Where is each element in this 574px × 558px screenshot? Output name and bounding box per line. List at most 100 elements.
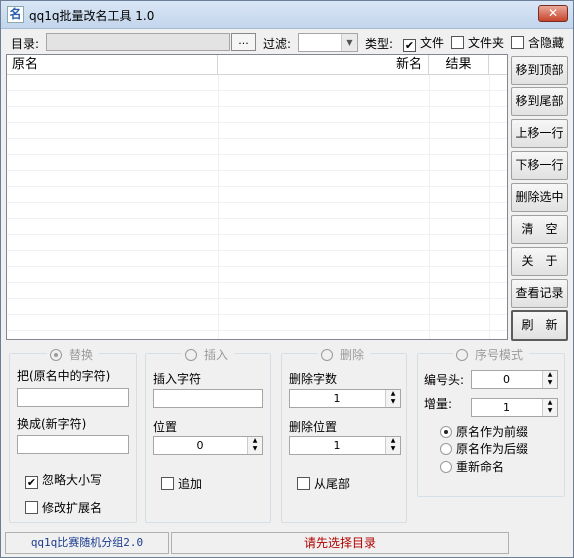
table-row[interactable] (7, 91, 507, 107)
delete-group: 删除 删除字数 1 ▲ ▼ 删除位置 1 ▲ ▼ 从尾部 (281, 348, 407, 523)
delete-position-stepper[interactable]: 1 ▲ ▼ (289, 436, 401, 455)
insert-position-value: 0 (196, 439, 204, 452)
delete-selected-button[interactable]: 删除选中 (511, 183, 568, 212)
table-row[interactable] (7, 283, 507, 299)
main-window: 名 qq1q批量改名工具 1.0 ✕ 目录: ... 过滤: ▼ 类型: ✔ 文件… (0, 0, 574, 558)
increment-value: 1 (503, 401, 510, 414)
filter-label: 过滤: (263, 37, 292, 51)
delete-position-value: 1 (333, 439, 341, 452)
replace-group: 替换 把(原名中的字符) 换成(新字符) ✔ 忽略大小写 修改扩展名 (9, 348, 137, 523)
replace-to-label: 换成(新字符) (17, 417, 87, 431)
replace-from-input[interactable] (17, 388, 129, 407)
from-end-label: 从尾部 (314, 477, 351, 491)
hidden-label: 含隐藏 (528, 36, 565, 50)
append-checkbox[interactable]: 追加 (161, 475, 202, 492)
option-rename-radio[interactable]: 重新命名 (440, 458, 504, 475)
title-bar: 名 qq1q批量改名工具 1.0 ✕ (1, 1, 573, 29)
prefix-stepper[interactable]: 0 ▲ ▼ (471, 370, 558, 389)
table-row[interactable] (7, 75, 507, 91)
ignore-case-checkbox[interactable]: ✔ 忽略大小写 (25, 471, 102, 489)
table-row[interactable] (7, 107, 507, 123)
insert-text-input[interactable] (153, 389, 263, 408)
table-row[interactable] (7, 123, 507, 139)
move-up-button[interactable]: 上移一行 (511, 119, 568, 148)
table-row[interactable] (7, 139, 507, 155)
delete-count-label: 删除字数 (289, 372, 338, 386)
move-top-button[interactable]: 移到顶部 (511, 56, 568, 85)
filter-select[interactable]: ▼ (298, 33, 358, 52)
table-row[interactable] (7, 187, 507, 203)
move-bottom-button[interactable]: 移到尾部 (511, 87, 568, 116)
sequence-radio-icon[interactable] (455, 349, 468, 361)
table-row[interactable] (7, 171, 507, 187)
option-suffix-radio-icon[interactable] (440, 443, 452, 455)
stepper-arrows-icon[interactable]: ▲ ▼ (385, 437, 400, 454)
from-end-check-icon[interactable] (297, 477, 310, 490)
directory-field[interactable] (46, 33, 230, 51)
option-rename-radio-icon[interactable] (440, 461, 452, 473)
from-end-checkbox[interactable]: 从尾部 (297, 475, 350, 492)
file-check-icon[interactable]: ✔ (403, 39, 416, 52)
option-suffix-label: 原名作为后缀 (456, 442, 529, 456)
option-prefix-radio-icon[interactable] (440, 426, 452, 438)
column-original-name[interactable]: 原名 (7, 55, 218, 75)
folder-check-icon[interactable] (451, 36, 464, 49)
modify-ext-check-icon[interactable] (25, 501, 38, 514)
option-suffix-radio[interactable]: 原名作为后缀 (440, 440, 528, 457)
replace-group-title[interactable]: 替换 (10, 346, 136, 363)
table-row[interactable] (7, 219, 507, 235)
append-check-icon[interactable] (161, 477, 174, 490)
refresh-button[interactable]: 刷 新 (511, 310, 568, 341)
hidden-checkbox[interactable]: 含隐藏 (511, 34, 564, 51)
delete-group-title[interactable]: 删除 (282, 346, 406, 363)
delete-radio-icon[interactable] (320, 349, 333, 361)
replace-radio-icon[interactable] (49, 349, 62, 361)
insert-group: 插入 插入字符 位置 0 ▲ ▼ 追加 (145, 348, 271, 523)
sequence-group-title[interactable]: 序号模式 (418, 346, 564, 363)
browse-button[interactable]: ... (231, 33, 256, 51)
chevron-down-icon[interactable]: ▼ (341, 34, 357, 51)
insert-position-stepper[interactable]: 0 ▲ ▼ (153, 436, 263, 455)
table-row[interactable] (7, 315, 507, 331)
table-row[interactable] (7, 251, 507, 267)
about-button[interactable]: 关 于 (511, 247, 568, 276)
replace-from-label: 把(原名中的字符) (17, 369, 111, 383)
insert-group-title[interactable]: 插入 (146, 346, 270, 363)
prefix-label: 编号头: (424, 373, 465, 387)
hidden-check-icon[interactable] (511, 36, 524, 49)
stepper-arrows-icon[interactable]: ▲ ▼ (247, 437, 262, 454)
table-row[interactable] (7, 235, 507, 251)
clear-button[interactable]: 清 空 (511, 215, 568, 244)
move-down-button[interactable]: 下移一行 (511, 151, 568, 180)
column-new-name[interactable]: 新名 (218, 55, 429, 75)
replace-to-input[interactable] (17, 435, 129, 454)
dir-label: 目录: (11, 37, 40, 51)
stepper-arrows-icon[interactable]: ▲ ▼ (542, 371, 557, 388)
close-button[interactable]: ✕ (538, 5, 568, 22)
file-list[interactable]: 原名 新名 结果 (6, 54, 508, 340)
table-row[interactable] (7, 155, 507, 171)
ignore-case-check-icon[interactable]: ✔ (25, 476, 38, 489)
insert-title-label: 插入 (200, 348, 231, 362)
status-message: 请先选择目录 (171, 532, 509, 554)
insert-radio-icon[interactable] (184, 349, 197, 361)
replace-title-label: 替换 (65, 348, 96, 362)
table-row[interactable] (7, 203, 507, 219)
app-icon: 名 (7, 6, 24, 23)
modify-ext-label: 修改扩展名 (42, 501, 103, 515)
table-row[interactable] (7, 299, 507, 315)
status-link[interactable]: qq1q比赛随机分组2.0 (5, 532, 169, 554)
delete-count-stepper[interactable]: 1 ▲ ▼ (289, 389, 401, 408)
stepper-arrows-icon[interactable]: ▲ ▼ (385, 390, 400, 407)
modify-ext-checkbox[interactable]: 修改扩展名 (25, 499, 102, 516)
folder-checkbox[interactable]: 文件夹 (451, 34, 504, 51)
stepper-arrows-icon[interactable]: ▲ ▼ (542, 399, 557, 416)
column-result[interactable]: 结果 (429, 55, 489, 75)
table-row[interactable] (7, 267, 507, 283)
option-prefix-radio[interactable]: 原名作为前缀 (440, 423, 528, 440)
file-checkbox[interactable]: ✔ 文件 (403, 34, 444, 52)
view-log-button[interactable]: 查看记录 (511, 279, 568, 308)
increment-label: 增量: (424, 397, 453, 411)
increment-stepper[interactable]: 1 ▲ ▼ (471, 398, 558, 417)
delete-position-label: 删除位置 (289, 420, 338, 434)
